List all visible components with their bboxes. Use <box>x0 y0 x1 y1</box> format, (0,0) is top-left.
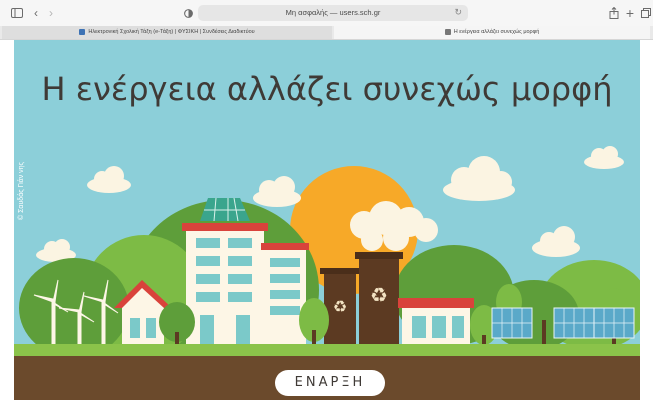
cloud <box>87 166 131 193</box>
tab-label: Η ενέργεια αλλάζει συνεχώς μορφή <box>453 29 540 35</box>
cloud <box>532 226 580 257</box>
grass <box>14 344 640 356</box>
recycle-icon: ♻ <box>333 299 347 316</box>
tab-bar: Ηλεκτρονική Σχολική Τάξη (e-Τάξη) | ΦΥΣΙ… <box>0 26 653 40</box>
cloud <box>253 176 301 207</box>
tabs-overview-icon[interactable] <box>640 6 652 20</box>
reload-icon[interactable]: ↻ <box>454 7 462 18</box>
address-text: Μη ασφαλής — users.sch.gr <box>285 8 381 17</box>
browser-toolbar: ‹ › Μη ασφαλής — users.sch.gr ↻ + <box>0 0 653 26</box>
page-title: Η ενέργεια αλλάζει συνεχώς μορφή <box>41 70 613 108</box>
apartment-building <box>182 197 309 350</box>
cloud <box>584 146 624 169</box>
sidebar-icon[interactable] <box>10 6 24 20</box>
page-favicon-icon <box>444 28 451 35</box>
tab-label: Ηλεκτρονική Σχολική Τάξη (e-Τάξη) | ΦΥΣΙ… <box>88 29 255 35</box>
address-bar[interactable]: Μη ασφαλής — users.sch.gr ↻ <box>198 5 468 21</box>
start-button[interactable]: ΕΝΑΡΞΗ <box>275 370 385 396</box>
tab-energy[interactable]: Η ενέργεια αλλάζει συνεχώς μορφή <box>334 26 650 39</box>
share-icon[interactable] <box>608 6 620 20</box>
solar-panels <box>491 307 635 339</box>
new-tab-icon[interactable]: + <box>624 6 636 20</box>
recycle-icon: ♻ <box>370 285 388 307</box>
small-building <box>398 298 474 350</box>
copyright-credit: © Σαυδάς Γιάν νης <box>18 162 25 220</box>
cloud <box>443 156 515 201</box>
energy-scene: ♻ ♻ Η ενέργεια αλλάζει συνεχώς μορφή © Σ… <box>14 40 640 400</box>
forward-icon[interactable]: › <box>46 6 56 20</box>
privacy-icon[interactable] <box>182 6 194 20</box>
tab-eclass[interactable]: Ηλεκτρονική Σχολική Τάξη (e-Τάξη) | ΦΥΣΙ… <box>2 26 332 39</box>
back-icon[interactable]: ‹ <box>31 6 41 20</box>
eclass-favicon-icon <box>79 28 86 35</box>
